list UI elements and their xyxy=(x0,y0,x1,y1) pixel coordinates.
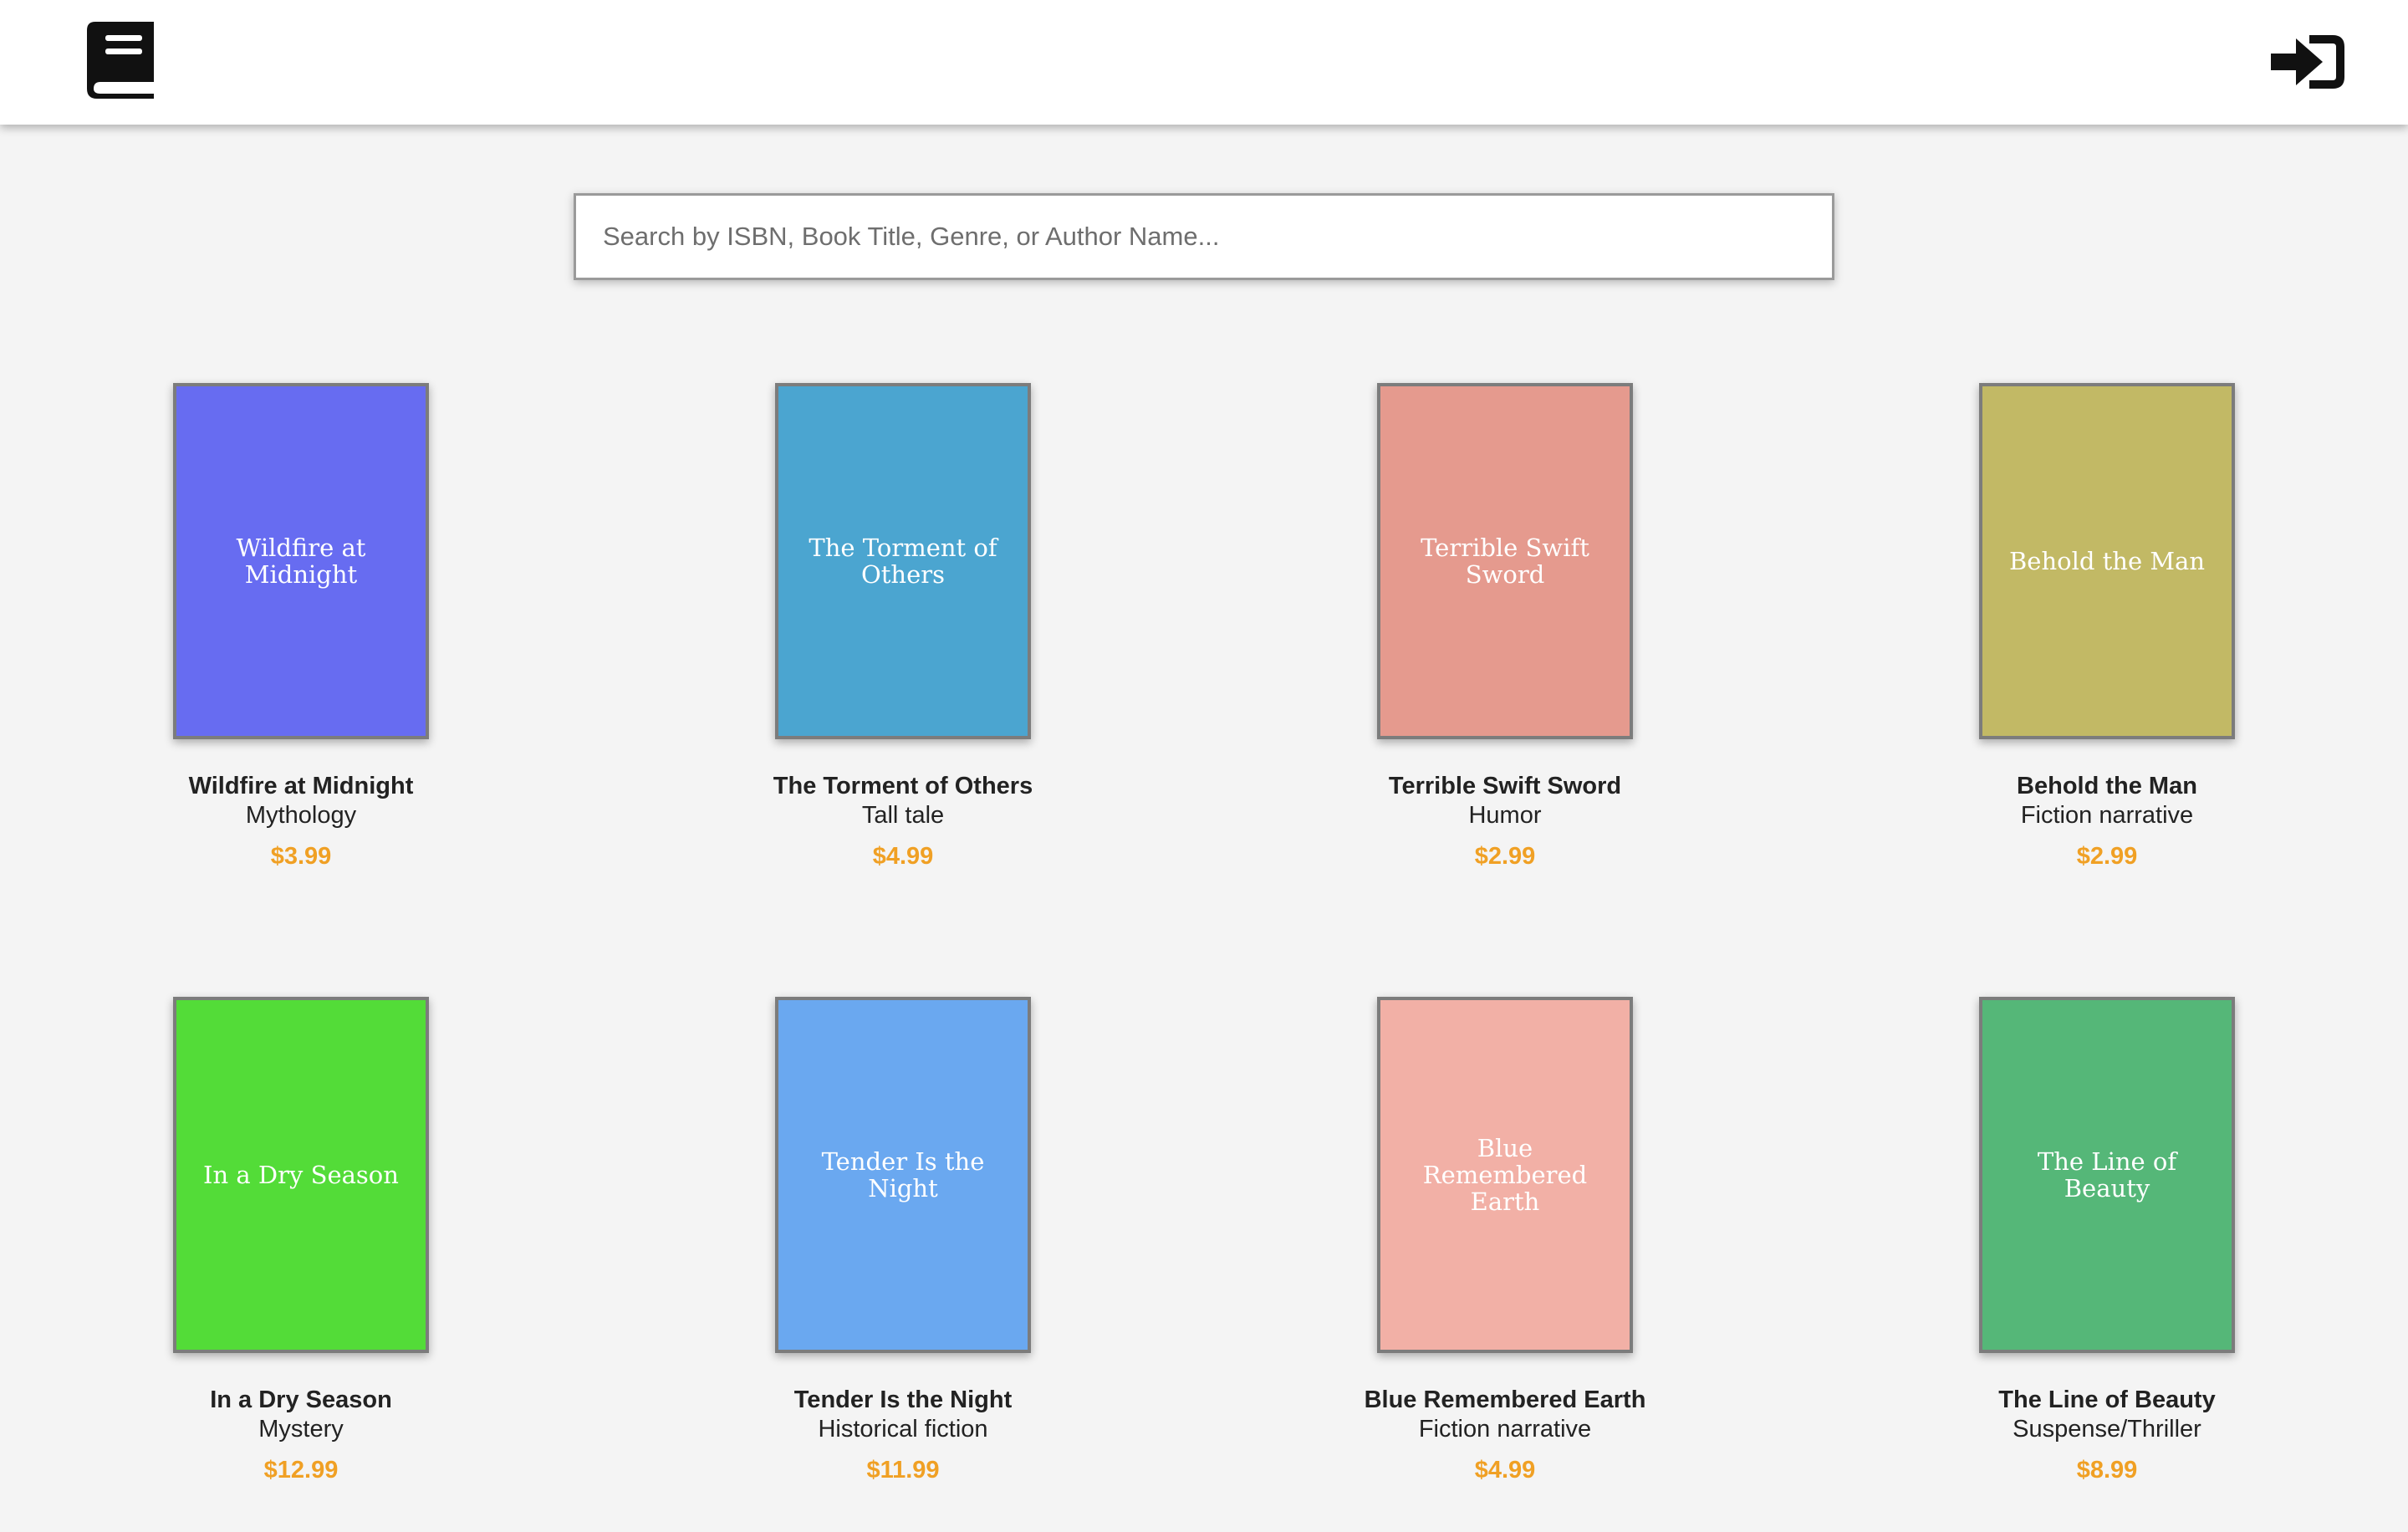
book-genre: Humor xyxy=(1468,802,1542,829)
book-price: $11.99 xyxy=(866,1457,940,1483)
book-title[interactable]: The Torment of Others xyxy=(669,773,1137,800)
book-cover-title: The Line of Beauty xyxy=(2037,1147,2177,1203)
book-title[interactable]: In a Dry Season xyxy=(67,1386,535,1414)
book-cover-title: Wildfire at Midnight xyxy=(236,534,366,589)
book-cover[interactable]: Terrible Swift Sword xyxy=(1377,383,1633,739)
book-cover[interactable]: Blue Remembered Earth xyxy=(1377,997,1633,1353)
book-cover-title: Tender Is the Night xyxy=(821,1147,985,1203)
book-card[interactable]: Tender Is the Night Tender Is the Night Hi… xyxy=(669,997,1137,1532)
book-card[interactable]: The Line of Beauty The Line of Beauty Susp… xyxy=(1873,997,2341,1532)
book-grid: Wildfire at Midnight Wildfire at Midnight… xyxy=(0,0,2408,1505)
book-price: $2.99 xyxy=(1474,843,1536,870)
book-price: $4.99 xyxy=(872,843,934,870)
book-price: $12.99 xyxy=(263,1457,339,1483)
book-price: $2.99 xyxy=(2076,843,2138,870)
book-genre: Tall tale xyxy=(861,802,945,829)
book-card[interactable]: Behold the Man Behold the Man Fiction narr… xyxy=(1873,383,2341,918)
book-card[interactable]: In a Dry Season In a Dry Season Mystery $12… xyxy=(67,997,535,1532)
book-cover[interactable]: In a Dry Season xyxy=(173,997,429,1353)
book-cover-title: Blue Remembered Earth xyxy=(1422,1134,1588,1216)
book-card[interactable]: Wildfire at Midnight Wildfire at Midnight… xyxy=(67,383,535,918)
book-cover-title: The Torment of Others xyxy=(809,534,997,589)
book-genre: Mystery xyxy=(258,1416,344,1443)
book-title[interactable]: Terrible Swift Sword xyxy=(1271,773,1739,800)
book-genre: Historical fiction xyxy=(818,1416,988,1443)
book-cover-title: In a Dry Season xyxy=(203,1161,399,1189)
book-card[interactable]: The Torment of Others The Torment of Othe… xyxy=(669,383,1137,918)
book-price: $4.99 xyxy=(1474,1457,1536,1483)
book-title[interactable]: Tender Is the Night xyxy=(669,1386,1137,1414)
book-cover[interactable]: Wildfire at Midnight xyxy=(173,383,429,739)
book-cover[interactable]: The Torment of Others xyxy=(775,383,1031,739)
book-genre: Mythology xyxy=(245,802,357,829)
book-genre: Fiction narrative xyxy=(2020,802,2194,829)
book-title[interactable]: Behold the Man xyxy=(1873,773,2341,800)
book-price: $8.99 xyxy=(2076,1457,2138,1483)
book-title[interactable]: Blue Remembered Earth xyxy=(1271,1386,1739,1414)
book-cover[interactable]: Behold the Man xyxy=(1979,383,2235,739)
book-card[interactable]: Terrible Swift Sword Terrible Swift Sword… xyxy=(1271,383,1739,918)
book-genre: Fiction narrative xyxy=(1418,1416,1592,1443)
book-cover[interactable]: The Line of Beauty xyxy=(1979,997,2235,1353)
book-cover[interactable]: Tender Is the Night xyxy=(775,997,1031,1353)
book-title[interactable]: The Line of Beauty xyxy=(1873,1386,2341,1414)
book-cover-title: Terrible Swift Sword xyxy=(1421,534,1589,589)
book-cover-title: Behold the Man xyxy=(2008,547,2206,575)
book-price: $3.99 xyxy=(270,843,332,870)
book-genre: Suspense/Thriller xyxy=(2013,1416,2201,1443)
book-title[interactable]: Wildfire at Midnight xyxy=(67,773,535,800)
book-card[interactable]: Blue Remembered Earth Blue Remembered Ear… xyxy=(1271,997,1739,1532)
